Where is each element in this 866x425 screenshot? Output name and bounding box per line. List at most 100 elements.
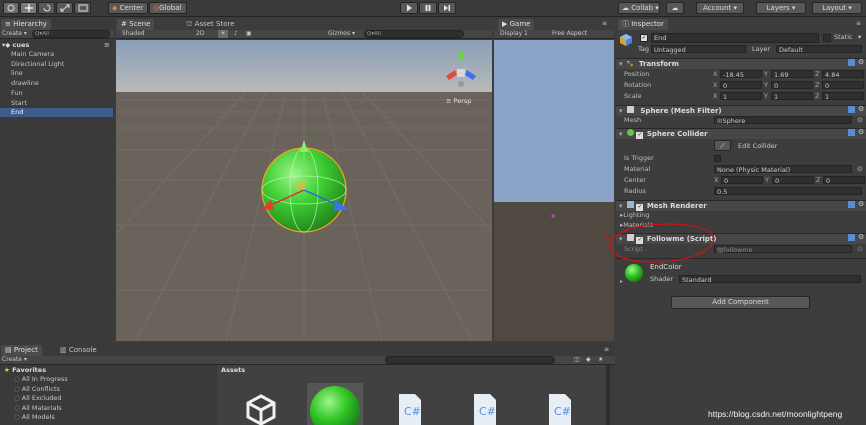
lighting-foldout[interactable]: ▸Lighting [620,211,650,220]
physic-material-field[interactable]: None (Physic Material) [714,165,852,174]
hierarchy-item[interactable]: Main Camera [11,50,111,59]
filter-label-icon[interactable]: ◆ [586,356,591,363]
object-picker-icon[interactable]: ⊙ [857,165,863,173]
favorite-item[interactable]: ◌ All In Progress [14,375,68,384]
audio-toggle-icon[interactable]: ♪ [234,30,238,38]
help-icon[interactable] [848,59,855,66]
favorite-item[interactable]: ◌ All Materials [14,404,62,413]
filter-type-icon[interactable]: ◫ [574,356,580,363]
foldout-arrow-icon[interactable]: ▸ [620,278,623,285]
center-z-field[interactable]: 0 [823,176,865,185]
is-trigger-checkbox[interactable] [714,155,721,162]
settings-gear-icon[interactable]: ⚙ [858,58,864,66]
edit-collider-button[interactable]: ⟋ [714,140,731,151]
scene-search-input[interactable]: Q▾All [364,30,464,38]
position-y-field[interactable]: 1.69 [771,70,813,79]
pause-button[interactable] [419,2,437,14]
move-tool-button[interactable] [20,2,37,14]
active-checkbox[interactable]: ✓ [640,34,648,42]
hierarchy-item[interactable]: drawline [11,79,111,88]
tab-asset-store[interactable]: ⛫ Asset Store [182,19,239,30]
rotation-z-field[interactable]: 0 [822,81,864,90]
hierarchy-item[interactable]: Fun [11,89,111,98]
collider-enabled-checkbox[interactable]: ✓ [636,132,644,139]
favorites-header[interactable]: ★ Favorites [4,366,46,374]
aspect-dropdown[interactable]: Free Aspect [552,30,587,38]
hierarchy-search-input[interactable]: Q▾All [32,30,110,38]
rotation-x-field[interactable]: 0 [720,81,762,90]
tab-inspector[interactable]: ⓘ Inspector [618,19,668,30]
position-x-field[interactable]: -18.45 [720,70,762,79]
scale-tool-button[interactable] [56,2,73,14]
game-panel-menu-icon[interactable]: ≡ [602,20,607,27]
play-button[interactable] [400,2,418,14]
effects-toggle-icon[interactable]: ▣ [246,30,252,38]
tab-scene[interactable]: # Scene [117,19,155,30]
object-name-field[interactable]: End [651,33,819,43]
project-search-input[interactable] [385,356,555,364]
project-create-button[interactable]: Create ▾ [2,356,27,364]
tab-game[interactable]: ▶ Game [498,19,535,30]
favorite-item[interactable]: ◌ All Conflicts [14,385,60,394]
hierarchy-item[interactable]: End [0,108,113,118]
gizmos-dropdown[interactable]: Gizmos ▾ [328,30,355,38]
rect-tool-button[interactable] [74,2,91,14]
position-z-field[interactable]: 4.84 [822,70,864,79]
assets-scrollbar[interactable] [606,365,610,425]
favorite-item[interactable]: ◌ All Excluded [14,394,61,403]
renderer-enabled-checkbox[interactable]: ✓ [636,204,644,211]
help-icon[interactable] [848,106,855,113]
static-checkbox[interactable] [823,34,831,42]
scene-root[interactable]: ▾◆ cues [2,41,102,50]
layer-dropdown[interactable]: Default [776,45,862,54]
scale-z-field[interactable]: 1 [822,92,864,101]
settings-gear-icon[interactable]: ⚙ [858,233,864,241]
scale-y-field[interactable]: 1 [771,92,813,101]
csharp-script-icon[interactable]: C# [398,393,422,425]
unity-scene-asset-icon[interactable] [244,393,278,425]
scene-options-icon[interactable]: ≡ [104,41,110,49]
favorite-star-icon[interactable]: ★ [598,356,603,363]
services-button[interactable]: ☁ [666,2,684,14]
mode-2d-button[interactable]: 2D [196,30,204,38]
hierarchy-create-button[interactable]: Create ▾ [2,30,27,38]
game-view[interactable] [494,40,614,341]
settings-gear-icon[interactable]: ⚙ [858,105,864,113]
display-dropdown[interactable]: Display 1 [500,30,528,38]
scale-x-field[interactable]: 1 [720,92,762,101]
tab-hierarchy[interactable]: ≡ Hierarchy [1,19,51,30]
tab-project[interactable]: ▤ Project [1,345,42,356]
help-icon[interactable] [848,129,855,136]
collab-button[interactable]: ☁ Collab ▾ [618,2,660,14]
shading-mode-dropdown[interactable]: Shaded [122,30,145,38]
hierarchy-item[interactable]: Start [11,99,111,108]
center-y-field[interactable]: 0 [772,176,814,185]
csharp-script-icon[interactable]: C# [548,393,572,425]
scene-view[interactable]: ≡ Persp [116,40,492,341]
csharp-script-icon[interactable]: C# [473,393,497,425]
hierarchy-item[interactable]: line [11,69,111,78]
favorite-item[interactable]: ◌ All Models [14,413,55,422]
shader-dropdown[interactable]: Standard [679,275,861,284]
mesh-renderer-header[interactable]: ▾ ✓ Mesh Renderer [616,200,866,211]
account-dropdown[interactable]: Account ▾ [696,2,744,14]
hierarchy-item[interactable]: Directional Light [11,60,111,69]
pivot-center-toggle[interactable]: ◈ Center [108,2,148,14]
project-menu-icon[interactable]: ≡ [604,346,609,353]
hand-tool-button[interactable] [3,2,19,14]
settings-gear-icon[interactable]: ⚙ [858,200,864,208]
sphere-collider-header[interactable]: ▾ ✓ Sphere Collider [616,128,866,139]
rotate-tool-button[interactable] [38,2,55,14]
inspector-menu-icon[interactable]: ≡ [856,20,861,27]
step-button[interactable] [438,2,456,14]
tag-dropdown[interactable]: Untagged [651,45,746,54]
center-x-field[interactable]: 0 [721,176,763,185]
mesh-filter-header[interactable]: ▾ Sphere (Mesh Filter) [616,105,866,116]
lighting-toggle-icon[interactable]: ☀ [218,30,228,38]
rotation-y-field[interactable]: 0 [771,81,813,90]
help-icon[interactable] [848,201,855,208]
help-icon[interactable] [848,234,855,241]
pivot-global-toggle[interactable]: ◎Global [149,2,187,14]
static-dropdown-icon[interactable]: ▾ [858,33,861,41]
add-component-button[interactable]: Add Component [671,296,810,309]
